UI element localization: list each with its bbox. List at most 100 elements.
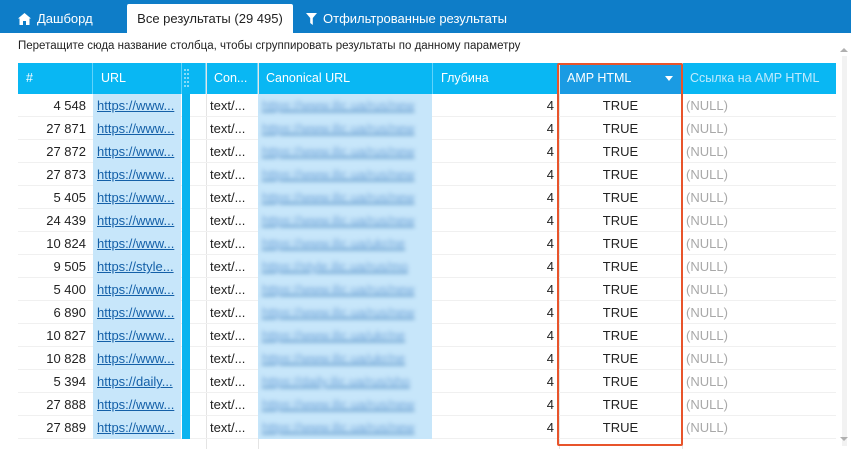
cell-number: 5 394 bbox=[53, 374, 86, 389]
tab-dashboard[interactable]: Дашборд bbox=[18, 4, 93, 33]
cell-url[interactable]: https://www... bbox=[93, 232, 181, 255]
table-row[interactable]: 27 873 https://www... text/... https://www.… bbox=[18, 163, 836, 186]
canonical-url-text: https://www.ilic.ua/rus/new bbox=[262, 420, 415, 435]
table-row[interactable]: 10 828 https://www... text/... https://www.… bbox=[18, 347, 836, 370]
cell-canonical-url[interactable]: https://www.ilic.ua/rus/new bbox=[258, 393, 432, 416]
scroll-up-icon[interactable] bbox=[839, 43, 849, 53]
cell-content-type: text/... bbox=[210, 351, 246, 366]
cell-amp-link: (NULL) bbox=[686, 374, 728, 389]
cell-amp-link: (NULL) bbox=[686, 328, 728, 343]
cell-number: 27 872 bbox=[46, 144, 86, 159]
cell-url[interactable]: https://www... bbox=[93, 393, 181, 416]
table-row[interactable]: 6 890 https://www... text/... https://www.i… bbox=[18, 301, 836, 324]
table-row[interactable]: 27 888 https://www... text/... https://www.… bbox=[18, 393, 836, 416]
column-header-amp-link[interactable]: Ссылка на AMP HTML bbox=[682, 63, 836, 94]
cell-canonical-url[interactable]: https://www.ilic.ua/rus/new bbox=[258, 163, 432, 186]
cell-number: 27 889 bbox=[46, 420, 86, 435]
table-row[interactable]: 27 889 https://www... text/... https://www.… bbox=[18, 416, 836, 439]
cell-url[interactable]: https://www... bbox=[93, 278, 181, 301]
cell-canonical-url[interactable]: https://www.ilic.ua/rus/new bbox=[258, 301, 432, 324]
table-row[interactable]: 10 827 https://www... text/... https://www.… bbox=[18, 324, 836, 347]
cell-number: 6 890 bbox=[53, 305, 86, 320]
cell-canonical-url[interactable]: https://www.ilic.ua/rus/new bbox=[258, 416, 432, 439]
cell-url[interactable]: https://style... bbox=[93, 255, 181, 278]
cell-amp-link: (NULL) bbox=[686, 420, 728, 435]
cell-url[interactable]: https://www... bbox=[93, 301, 181, 324]
table-row[interactable]: 27 872 https://www... text/... https://www.… bbox=[18, 140, 836, 163]
cell-amp-link: (NULL) bbox=[686, 282, 728, 297]
cell-canonical-url[interactable]: https://www.ilic.ua/rus/new bbox=[258, 278, 432, 301]
cell-splitter bbox=[182, 186, 190, 209]
cell-depth: 4 bbox=[546, 282, 554, 297]
cell-canonical-url[interactable]: https://style.ilic.ua/rus/mo bbox=[258, 255, 432, 278]
cell-amp-html: TRUE bbox=[602, 213, 639, 228]
cell-url[interactable]: https://www... bbox=[93, 94, 181, 117]
cell-canonical-url[interactable]: https://www.ilic.ua/ukr/ne bbox=[258, 324, 432, 347]
column-header-amp-html[interactable]: AMP HTML bbox=[559, 63, 682, 94]
cell-url[interactable]: https://www... bbox=[93, 186, 181, 209]
cell-canonical-url[interactable]: https://www.ilic.ua/rus/new bbox=[258, 209, 432, 232]
cell-url[interactable]: https://www... bbox=[93, 117, 181, 140]
tab-filtered-results[interactable]: Отфильтрованные результаты bbox=[306, 4, 507, 33]
cell-url[interactable]: https://www... bbox=[93, 140, 181, 163]
cell-url[interactable]: https://www... bbox=[93, 347, 181, 370]
cell-canonical-url[interactable]: https://www.ilic.ua/ukr/ne bbox=[258, 232, 432, 255]
cell-url[interactable]: https://www... bbox=[93, 209, 181, 232]
canonical-url-text: https://www.ilic.ua/rus/new bbox=[262, 167, 415, 182]
frozen-column-splitter[interactable] bbox=[182, 63, 206, 94]
column-header-amp-html-label: AMP HTML bbox=[567, 71, 632, 85]
canonical-url-text: https://www.ilic.ua/ukr/ne bbox=[262, 236, 406, 251]
cell-canonical-url[interactable]: https://www.ilic.ua/ukr/ne bbox=[258, 347, 432, 370]
cell-number: 5 405 bbox=[53, 190, 86, 205]
sort-desc-icon[interactable] bbox=[665, 76, 673, 81]
cell-number: 4 548 bbox=[53, 98, 86, 113]
table-row[interactable]: 5 394 https://daily... text/... https://dai… bbox=[18, 370, 836, 393]
table-row[interactable]: 5 400 https://www... text/... https://www.i… bbox=[18, 278, 836, 301]
column-header-url[interactable]: URL bbox=[93, 63, 182, 94]
canonical-url-text: https://www.ilic.ua/rus/new bbox=[262, 397, 415, 412]
column-header-number[interactable]: # bbox=[18, 63, 93, 94]
cell-url[interactable]: https://www... bbox=[93, 416, 181, 439]
canonical-url-text: https://www.ilic.ua/ukr/ne bbox=[262, 351, 406, 366]
cell-depth: 4 bbox=[546, 98, 554, 113]
cell-content-type: text/... bbox=[210, 98, 246, 113]
cell-canonical-url[interactable]: https://daily.ilic.ua/rus/sho bbox=[258, 370, 432, 393]
cell-amp-html: TRUE bbox=[602, 351, 639, 366]
cell-canonical-url[interactable]: https://www.ilic.ua/rus/new bbox=[258, 186, 432, 209]
cell-canonical-url[interactable]: https://www.ilic.ua/rus/new bbox=[258, 140, 432, 163]
canonical-url-text: https://www.ilic.ua/rus/new bbox=[262, 98, 415, 113]
cell-url[interactable]: https://daily... bbox=[93, 370, 181, 393]
cell-canonical-url[interactable]: https://www.ilic.ua/rus/new bbox=[258, 117, 432, 140]
tab-all-results[interactable]: Все результаты (29 495) bbox=[127, 4, 293, 33]
scroll-down-icon[interactable] bbox=[839, 432, 849, 442]
cell-splitter bbox=[182, 416, 190, 439]
cell-amp-link: (NULL) bbox=[686, 236, 728, 251]
table-row[interactable]: 24 439 https://www... text/... https://www.… bbox=[18, 209, 836, 232]
cell-amp-html: TRUE bbox=[602, 167, 639, 182]
cell-splitter bbox=[182, 324, 190, 347]
table-row[interactable]: 10 824 https://www... text/... https://www.… bbox=[18, 232, 836, 255]
group-by-hint[interactable]: Перетащите сюда название столбца, чтобы … bbox=[18, 40, 520, 52]
cell-canonical-url[interactable]: https://www.ilic.ua/rus/new bbox=[258, 94, 432, 117]
table-row[interactable]: 5 405 https://www... text/... https://www.i… bbox=[18, 186, 836, 209]
column-header-content-type[interactable]: Con... bbox=[206, 63, 258, 94]
cell-number: 9 505 bbox=[53, 259, 86, 274]
cell-depth: 4 bbox=[546, 351, 554, 366]
column-header-depth[interactable]: Глубина bbox=[433, 63, 559, 94]
cell-amp-html: TRUE bbox=[602, 259, 639, 274]
cell-amp-html: TRUE bbox=[602, 236, 639, 251]
cell-url[interactable]: https://www... bbox=[93, 324, 181, 347]
cell-depth: 4 bbox=[546, 259, 554, 274]
cell-depth: 4 bbox=[546, 167, 554, 182]
cell-amp-link: (NULL) bbox=[686, 305, 728, 320]
column-header-canonical-url[interactable]: Canonical URL bbox=[258, 63, 433, 94]
table-row[interactable]: 9 505 https://style... text/... https://sty… bbox=[18, 255, 836, 278]
grid-header: # URL Con... Canonical URL Глубина AMP H… bbox=[18, 63, 836, 94]
table-row[interactable]: 27 871 https://www... text/... https://www.… bbox=[18, 117, 836, 140]
cell-amp-link: (NULL) bbox=[686, 213, 728, 228]
cell-url[interactable]: https://www... bbox=[93, 163, 181, 186]
vertical-scrollbar[interactable] bbox=[842, 56, 847, 446]
table-row[interactable]: 4 548 https://www... text/... https://www.i… bbox=[18, 94, 836, 117]
results-grid: # URL Con... Canonical URL Глубина AMP H… bbox=[18, 63, 836, 449]
cell-amp-link: (NULL) bbox=[686, 259, 728, 274]
